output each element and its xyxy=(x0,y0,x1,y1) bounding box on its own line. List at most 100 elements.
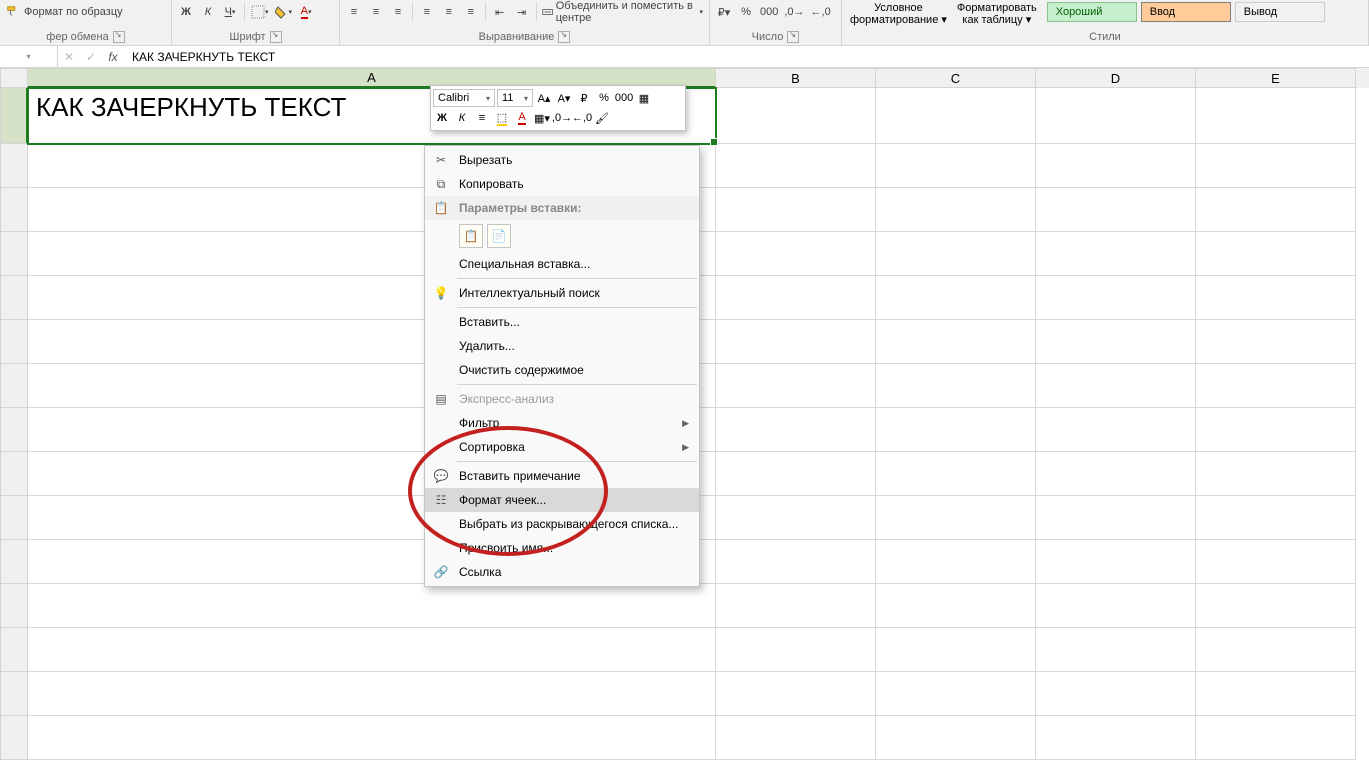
mini-size-combo[interactable]: 11▾ xyxy=(497,89,533,107)
mini-borders-icon[interactable]: ▦▾ xyxy=(533,109,551,127)
column-header-b[interactable]: B xyxy=(716,68,876,88)
cell[interactable] xyxy=(716,88,876,144)
row-header[interactable] xyxy=(0,188,28,232)
cell[interactable] xyxy=(1036,540,1196,584)
insert-function-icon[interactable]: fx xyxy=(102,46,124,68)
cell[interactable] xyxy=(28,672,716,716)
menu-paste-special[interactable]: Специальная вставка... xyxy=(425,252,699,276)
row-header[interactable] xyxy=(0,628,28,672)
cell[interactable] xyxy=(1196,364,1356,408)
percent-icon[interactable]: % xyxy=(595,89,613,107)
menu-cut[interactable]: ✂ Вырезать xyxy=(425,148,699,172)
cell[interactable] xyxy=(876,628,1036,672)
cell[interactable] xyxy=(1036,88,1196,144)
cell[interactable] xyxy=(1036,364,1196,408)
cell-style-good[interactable]: Хороший xyxy=(1047,2,1137,22)
row-header[interactable] xyxy=(0,452,28,496)
cell[interactable] xyxy=(1036,496,1196,540)
menu-hyperlink[interactable]: 🔗 Ссылка xyxy=(425,560,699,584)
cell-style-input[interactable]: Ввод xyxy=(1141,2,1231,22)
mini-font-combo[interactable]: Calibri▾ xyxy=(433,89,495,107)
borders-button[interactable]: ▾ xyxy=(249,2,271,22)
align-bottom-button[interactable]: ≡ xyxy=(388,2,408,22)
mini-font-color-icon[interactable]: А xyxy=(513,109,531,127)
cell[interactable] xyxy=(1196,408,1356,452)
decrease-decimal-button[interactable]: ←,0 xyxy=(809,2,833,22)
cell[interactable] xyxy=(1196,88,1356,144)
column-header-e[interactable]: E xyxy=(1196,68,1356,88)
cell[interactable] xyxy=(1036,628,1196,672)
cell[interactable] xyxy=(876,232,1036,276)
increase-font-icon[interactable]: A▴ xyxy=(535,89,553,107)
cell[interactable] xyxy=(1196,452,1356,496)
cell[interactable] xyxy=(1196,716,1356,760)
cell[interactable] xyxy=(1036,408,1196,452)
cell[interactable] xyxy=(876,364,1036,408)
cancel-formula-icon[interactable]: ✕ xyxy=(58,46,80,68)
bold-button[interactable]: Ж xyxy=(176,2,196,22)
row-header[interactable] xyxy=(0,584,28,628)
align-top-button[interactable]: ≡ xyxy=(344,2,364,22)
row-header[interactable] xyxy=(0,320,28,364)
italic-button[interactable]: К xyxy=(198,2,218,22)
row-header[interactable] xyxy=(0,672,28,716)
cell[interactable] xyxy=(876,408,1036,452)
cell[interactable] xyxy=(876,716,1036,760)
menu-pick-from-list[interactable]: Выбрать из раскрывающегося списка... xyxy=(425,512,699,536)
menu-clear-contents[interactable]: Очистить содержимое xyxy=(425,358,699,382)
cell[interactable] xyxy=(716,276,876,320)
align-left-button[interactable]: ≡ xyxy=(417,2,437,22)
cell[interactable] xyxy=(1196,276,1356,320)
cell[interactable] xyxy=(1196,584,1356,628)
enter-formula-icon[interactable]: ✓ xyxy=(80,46,102,68)
cell[interactable] xyxy=(28,628,716,672)
menu-insert-comment[interactable]: 💬 Вставить примечание xyxy=(425,464,699,488)
menu-copy[interactable]: ⧉ Копировать xyxy=(425,172,699,196)
row-header[interactable] xyxy=(0,364,28,408)
cell[interactable] xyxy=(1196,144,1356,188)
accounting-icon[interactable]: ₽ xyxy=(575,89,593,107)
cell[interactable] xyxy=(1036,672,1196,716)
mini-bold-icon[interactable]: Ж xyxy=(433,109,451,127)
cell[interactable] xyxy=(1036,232,1196,276)
name-box[interactable]: ▾ xyxy=(0,46,58,68)
number-dialog-launcher-icon[interactable] xyxy=(787,31,799,43)
cell[interactable] xyxy=(876,276,1036,320)
mini-inc-decimal-icon[interactable]: ,0→ xyxy=(553,109,571,127)
increase-decimal-button[interactable]: ,0→ xyxy=(782,2,806,22)
cell[interactable] xyxy=(876,672,1036,716)
align-right-button[interactable]: ≡ xyxy=(461,2,481,22)
cell-style-output[interactable]: Вывод xyxy=(1235,2,1325,22)
cell[interactable] xyxy=(876,188,1036,232)
conditional-formatting-button[interactable]: Условное форматирование ▾ xyxy=(846,2,951,26)
cell[interactable] xyxy=(716,232,876,276)
mini-fill-icon[interactable]: ⬚ xyxy=(493,109,511,127)
row-header[interactable] xyxy=(0,408,28,452)
cell[interactable] xyxy=(716,320,876,364)
cell[interactable] xyxy=(716,540,876,584)
row-header[interactable] xyxy=(0,232,28,276)
menu-insert[interactable]: Вставить... xyxy=(425,310,699,334)
cell[interactable] xyxy=(1036,276,1196,320)
menu-define-name[interactable]: Присвоить имя... xyxy=(425,536,699,560)
comma-format-button[interactable]: 000 xyxy=(758,2,780,22)
font-dialog-launcher-icon[interactable] xyxy=(270,31,282,43)
menu-filter[interactable]: Фильтр▶ xyxy=(425,411,699,435)
column-header-c[interactable]: C xyxy=(876,68,1036,88)
cell[interactable] xyxy=(876,584,1036,628)
menu-smart-lookup[interactable]: 💡 Интеллектуальный поиск xyxy=(425,281,699,305)
cell[interactable] xyxy=(716,672,876,716)
cell[interactable] xyxy=(876,88,1036,144)
cell[interactable] xyxy=(1036,716,1196,760)
column-header-d[interactable]: D xyxy=(1036,68,1196,88)
cell[interactable] xyxy=(876,496,1036,540)
row-header[interactable] xyxy=(0,540,28,584)
align-middle-button[interactable]: ≡ xyxy=(366,2,386,22)
clipboard-dialog-launcher-icon[interactable] xyxy=(113,31,125,43)
paste-option-default[interactable]: 📋 xyxy=(459,224,483,248)
row-header[interactable] xyxy=(0,496,28,540)
cell[interactable] xyxy=(876,452,1036,496)
cell[interactable] xyxy=(1036,144,1196,188)
select-all-corner[interactable] xyxy=(0,68,28,88)
cell[interactable] xyxy=(1196,232,1356,276)
